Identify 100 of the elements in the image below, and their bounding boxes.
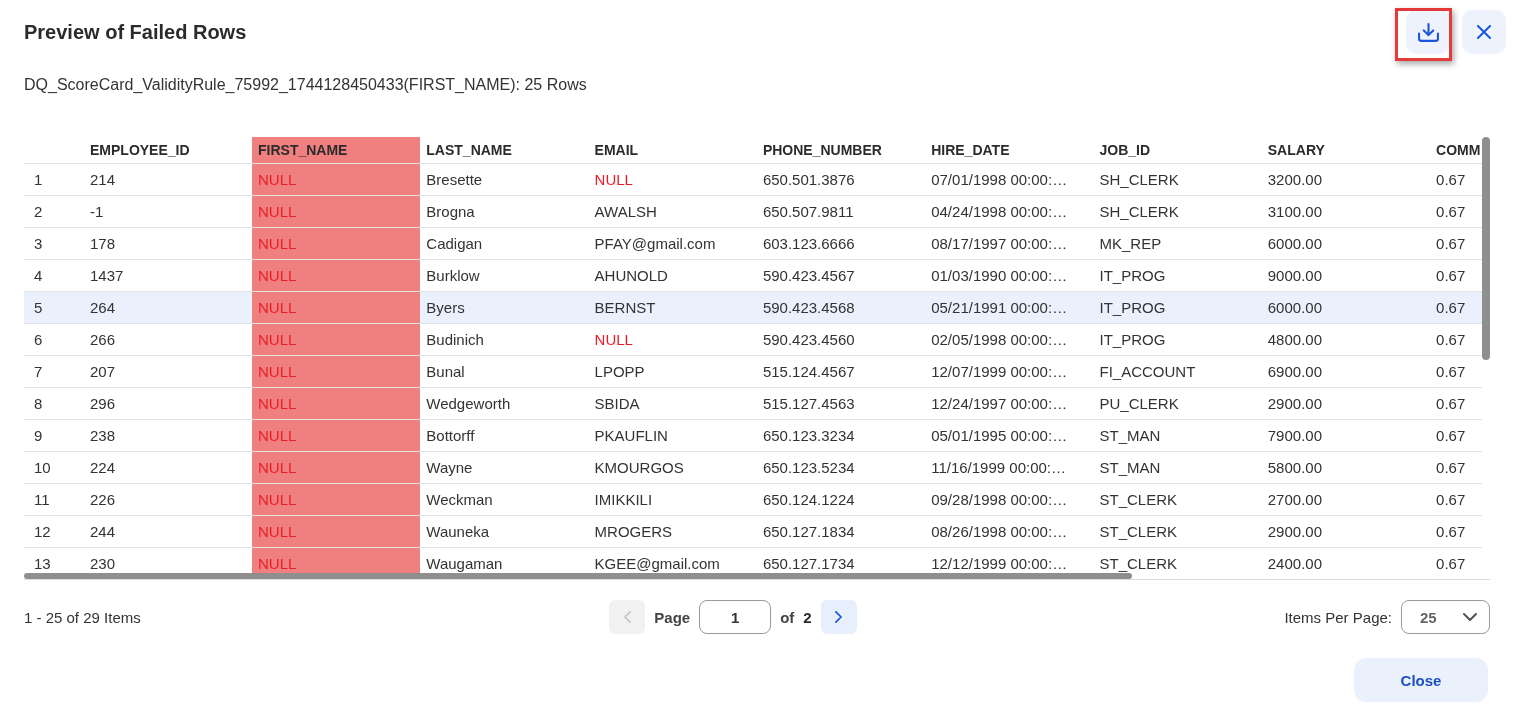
- row-number: 1: [33, 170, 44, 190]
- table-cell-text: MK_REP: [1098, 234, 1163, 254]
- table-row[interactable]: 2 -1 NULL Brogna AWALSH 650.507.9811 04/24/1998 00:00:… SH_CLERK 3100.00 0.67: [24, 196, 1482, 228]
- row-number: 12: [33, 522, 52, 542]
- table-cell-text: Brogna: [425, 202, 476, 222]
- table-cell: NULL: [252, 516, 421, 547]
- table-cell-text: 6000.00: [1266, 298, 1323, 318]
- table-cell-text: 224: [89, 458, 117, 478]
- table-cell-text: 09/28/1998 00:00:…: [930, 490, 1069, 510]
- table-cell-text: IT_PROG: [1098, 330, 1167, 350]
- table-row[interactable]: 7 207 NULL Bunal LPOPP 515.124.4567 12/07/1999 00:00:… FI_ACCOUNT 6900.00 0.67: [24, 356, 1482, 388]
- table-cell: NULL: [252, 484, 421, 515]
- table-cell-text: 5800.00: [1266, 458, 1323, 478]
- column-header: JOB_ID: [1098, 141, 1152, 160]
- table-cell-text: Bottorff: [425, 426, 476, 446]
- table-cell: NULL: [252, 548, 421, 573]
- total-pages: 2: [803, 608, 812, 626]
- of-label: of: [780, 608, 795, 626]
- row-number: 13: [33, 554, 52, 573]
- vertical-scrollbar[interactable]: [1482, 137, 1490, 360]
- table-cell-text: Wauneka: [425, 522, 491, 542]
- table-row[interactable]: 8 296 NULL Wedgeworth SBIDA 515.127.4563 12/24/1997 00:00:… PU_CLERK 2900.00 0.67: [24, 388, 1482, 420]
- table-cell: NULL: [252, 452, 421, 483]
- chevron-right-icon: [835, 611, 843, 623]
- table-cell-text: ST_MAN: [1098, 458, 1162, 478]
- table-cell-text: FI_ACCOUNT: [1098, 362, 1197, 382]
- table-cell-text: 0.67: [1435, 298, 1467, 318]
- items-summary: 1 - 25 of 29 Items: [24, 608, 141, 626]
- table-cell-text: 11/16/1999 00:00:…: [930, 458, 1068, 478]
- table-row[interactable]: 4 1437 NULL Burklow AHUNOLD 590.423.4567 01/03/1990 00:00:… IT_PROG 9000.00 0.67: [24, 260, 1482, 292]
- table-cell-text: Bunal: [425, 362, 466, 382]
- table-row[interactable]: 11 226 NULL Weckman IMIKKILI 650.124.1224 09/28/1998 00:00:… ST_CLERK 2700.00 0.67: [24, 484, 1482, 516]
- table-cell-text: 7900.00: [1266, 426, 1323, 446]
- items-per-page-label: Items Per Page:: [1284, 608, 1392, 626]
- table-cell-text: 12/12/1999 00:00:…: [930, 554, 1069, 573]
- table-cell-text: 214: [89, 170, 117, 190]
- table-cell-text: 264: [89, 298, 117, 318]
- table-cell-text: 6900.00: [1266, 362, 1323, 382]
- table-cell-text: 2400.00: [1266, 554, 1323, 573]
- table-cell-text: 590.423.4568: [761, 298, 856, 318]
- table-row[interactable]: 9 238 NULL Bottorff PKAUFLIN 650.123.3234 05/01/1995 00:00:… ST_MAN 7900.00 0.67: [24, 420, 1482, 452]
- download-icon: [1417, 22, 1439, 42]
- row-number: 11: [33, 490, 51, 510]
- table-cell-text: 0.67: [1435, 554, 1467, 573]
- table-cell: NULL: [252, 420, 421, 451]
- table-row[interactable]: 12 244 NULL Wauneka MROGERS 650.127.1834 08/26/1998 00:00:… ST_CLERK 2900.00 0.67: [24, 516, 1482, 548]
- close-icon: [1477, 25, 1491, 39]
- table-cell-text: ST_MAN: [1098, 426, 1162, 446]
- close-button[interactable]: [1462, 10, 1506, 54]
- table-cell-text: 650.124.1224: [761, 490, 856, 510]
- table-cell-text: -1: [89, 202, 105, 222]
- table-cell-text: 296: [89, 394, 117, 414]
- table-cell-text: ST_CLERK: [1098, 490, 1178, 510]
- table-row[interactable]: 5 264 NULL Byers BERNST 590.423.4568 05/21/1991 00:00:… IT_PROG 6000.00 0.67: [24, 292, 1482, 324]
- table-cell-text: 650.127.1734: [761, 554, 856, 573]
- table-cell-text: 07/01/1998 00:00:…: [930, 170, 1069, 190]
- page-input[interactable]: 1: [699, 600, 772, 634]
- table-row[interactable]: 1 214 NULL Bresette NULL 650.501.3876 07/01/1998 00:00:… SH_CLERK 3200.00 0.67: [24, 164, 1482, 196]
- table-cell-text: IT_PROG: [1098, 298, 1167, 318]
- next-page-button[interactable]: [820, 600, 857, 634]
- column-header: SALARY: [1266, 141, 1326, 160]
- table-cell-text: NULL: [593, 170, 634, 190]
- items-per-page-select[interactable]: 25: [1401, 600, 1490, 634]
- table-cell-text: SH_CLERK: [1098, 202, 1180, 222]
- dialog-title: Preview of Failed Rows: [24, 20, 247, 44]
- table-cell-text: SH_CLERK: [1098, 170, 1180, 190]
- row-number: 5: [33, 298, 44, 318]
- table-cell-text: 08/17/1997 00:00:…: [930, 234, 1069, 254]
- row-number: 6: [33, 330, 44, 350]
- table-cell-text: 0.67: [1435, 362, 1467, 382]
- table-cell-text: Weckman: [425, 490, 494, 510]
- table-row[interactable]: 10 224 NULL Wayne KMOURGOS 650.123.5234 11/16/1999 00:00:… ST_MAN 5800.00 0.67: [24, 452, 1482, 484]
- table-cell-text: 266: [89, 330, 117, 350]
- row-number: 2: [33, 202, 44, 222]
- table-cell-text: 12/24/1997 00:00:…: [930, 394, 1069, 414]
- table-cell-text: BERNST: [593, 298, 657, 318]
- table-cell-text: 04/24/1998 00:00:…: [930, 202, 1069, 222]
- download-button[interactable]: [1406, 10, 1450, 54]
- table-cell-text: 230: [89, 554, 117, 573]
- table-cell-text: 590.423.4567: [761, 266, 856, 286]
- table-cell-text: 0.67: [1435, 522, 1467, 542]
- close-dialog-button[interactable]: Close: [1354, 658, 1488, 702]
- column-header: EMPLOYEE_ID: [89, 141, 191, 160]
- table-cell-text: 590.423.4560: [761, 330, 856, 350]
- table-row[interactable]: 6 266 NULL Budinich NULL 590.423.4560 02/05/1998 00:00:… IT_PROG 4800.00 0.67: [24, 324, 1482, 356]
- table-row[interactable]: 3 178 NULL Cadigan PFAY@gmail.com 603.123.6666 08/17/1997 00:00:… MK_REP 6000.00 0.67: [24, 228, 1482, 260]
- table-cell-text: 0.67: [1435, 234, 1467, 254]
- row-number: 7: [33, 362, 44, 382]
- table-cell-text: 4800.00: [1266, 330, 1323, 350]
- table-cell-text: 650.123.5234: [761, 458, 856, 478]
- table-cell: NULL: [252, 196, 421, 227]
- table-cell: NULL: [252, 228, 421, 259]
- table-cell: NULL: [252, 164, 421, 195]
- row-number: 8: [33, 394, 44, 414]
- table-cell-text: 0.67: [1435, 170, 1467, 190]
- horizontal-scrollbar[interactable]: [24, 573, 1132, 579]
- chevron-left-icon: [623, 611, 631, 623]
- table-cell-text: Bresette: [425, 170, 484, 190]
- table-cell-text: 05/01/1995 00:00:…: [930, 426, 1069, 446]
- table-cell-text: Waugaman: [425, 554, 504, 573]
